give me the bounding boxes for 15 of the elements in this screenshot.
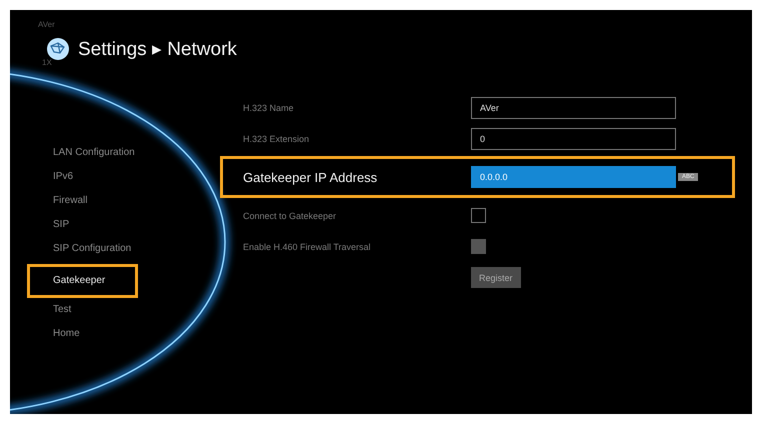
checkbox[interactable] [471, 208, 486, 223]
field-label: H.323 Name [243, 102, 295, 112]
page-title: Settings ▸ Network [78, 38, 237, 61]
field-label: Enable H.460 Firewall Traversal [243, 242, 372, 252]
brand-label: AVer [38, 20, 55, 29]
field-label: Gatekeeper IP Address [243, 170, 378, 184]
field-label: H.323 Extension [243, 134, 310, 144]
globe-icon [46, 37, 70, 61]
input-field[interactable]: AVer [471, 96, 676, 118]
input-field[interactable]: 0.0.0.0 [471, 166, 676, 188]
field-label: Connect to Gatekeeper [243, 210, 338, 220]
sidebar-item[interactable]: Gatekeeper [27, 264, 138, 298]
input-field[interactable]: 0 [471, 128, 676, 150]
register-button[interactable]: Register [471, 267, 521, 288]
model-label: 1X [42, 58, 52, 67]
